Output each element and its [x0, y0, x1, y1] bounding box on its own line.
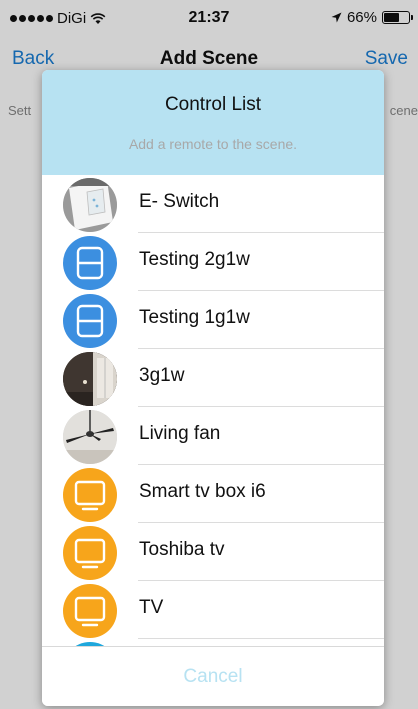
- fan-photo-icon: [63, 410, 117, 464]
- list-item-smart-tv-box-i6[interactable]: Smart tv box i6: [42, 465, 384, 523]
- switch-photo-icon: [63, 178, 117, 232]
- list-item-testing-2g1w[interactable]: Testing 2g1w: [42, 233, 384, 291]
- tv-icon: [63, 468, 117, 522]
- list-item-e-switch[interactable]: E- Switch: [42, 175, 384, 233]
- room-photo-icon: [63, 352, 117, 406]
- list-item-label: Testing 2g1w: [139, 249, 250, 270]
- list-item-label: Toshiba tv: [139, 539, 225, 560]
- list-item-3g1w[interactable]: 3g1w: [42, 349, 384, 407]
- switch-panel-icon: [63, 236, 117, 290]
- list-item-label: 3g1w: [139, 365, 185, 386]
- list-item-testing-1g1w[interactable]: Testing 1g1w: [42, 291, 384, 349]
- switch-panel-icon: [63, 294, 117, 348]
- list-item-label: Testing 1g1w: [139, 307, 250, 328]
- dialog-footer: Cancel: [42, 646, 384, 706]
- list-item-toshiba-tv[interactable]: Toshiba tv: [42, 523, 384, 581]
- control-list-dialog: Control List Add a remote to the scene. …: [42, 70, 384, 706]
- dialog-subtitle: Add a remote to the scene.: [128, 136, 298, 152]
- list-item-tv[interactable]: TV: [42, 581, 384, 639]
- control-list[interactable]: E- Switch Testing 2g1w Testing 1g1w 3g1w…: [42, 175, 384, 647]
- dialog-header: Control List Add a remote to the scene.: [42, 70, 384, 175]
- tv-icon: [63, 526, 117, 580]
- tv-icon: [63, 584, 117, 638]
- dialog-title: Control List: [164, 94, 262, 115]
- list-item-label: Smart tv box i6: [139, 481, 266, 502]
- list-item-label: TV: [139, 597, 164, 618]
- cancel-button[interactable]: Cancel: [42, 647, 384, 706]
- list-item-living-fan[interactable]: Living fan: [42, 407, 384, 465]
- list-item-label: E- Switch: [139, 191, 220, 212]
- list-item-label: Living fan: [139, 423, 221, 444]
